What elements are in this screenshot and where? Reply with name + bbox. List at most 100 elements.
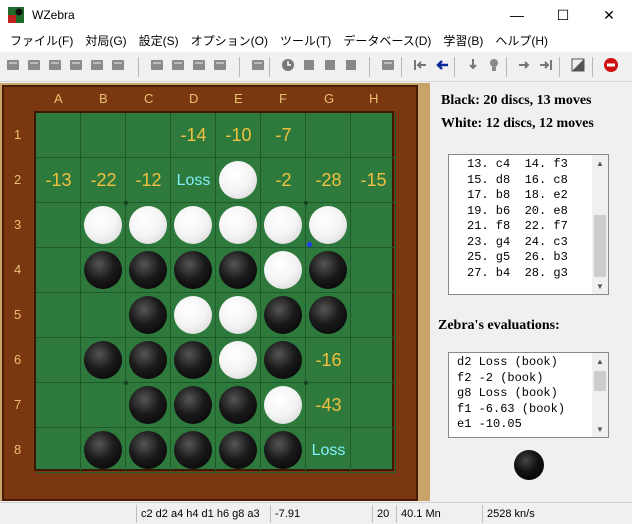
- menu-help[interactable]: ヘルプ(H): [489, 30, 554, 52]
- board-square-c3[interactable]: [126, 203, 171, 248]
- undo-button[interactable]: [432, 56, 452, 76]
- board-square-c7[interactable]: [126, 383, 171, 428]
- board-square-h5[interactable]: [351, 293, 396, 338]
- menu-database[interactable]: データベース(D): [337, 30, 437, 52]
- folder-button[interactable]: [108, 56, 128, 76]
- board-square-e6[interactable]: [216, 338, 261, 383]
- redo-drop-button[interactable]: [463, 56, 483, 76]
- board-square-b7[interactable]: [81, 383, 126, 428]
- board-square-d4[interactable]: [171, 248, 216, 293]
- export-button[interactable]: [147, 56, 167, 76]
- board-square-c6[interactable]: [126, 338, 171, 383]
- board-square-f3[interactable]: [261, 203, 306, 248]
- new-board-button[interactable]: [3, 56, 23, 76]
- menu-file[interactable]: ファイル(F): [4, 30, 79, 52]
- board-square-d1[interactable]: -14: [171, 113, 216, 158]
- board-square-d2[interactable]: Loss: [171, 158, 216, 203]
- copy-button[interactable]: [87, 56, 107, 76]
- board-square-e8[interactable]: [216, 428, 261, 473]
- board-square-e3[interactable]: [216, 203, 261, 248]
- board-square-e7[interactable]: [216, 383, 261, 428]
- board-square-a3[interactable]: [36, 203, 81, 248]
- maximize-button[interactable]: ☐: [540, 0, 586, 30]
- board-square-f8[interactable]: [261, 428, 306, 473]
- stop-button[interactable]: [299, 56, 319, 76]
- board-square-h1[interactable]: [351, 113, 396, 158]
- scroll-down-icon[interactable]: ▼: [592, 421, 608, 437]
- board-square-g1[interactable]: [306, 113, 351, 158]
- board-square-g6[interactable]: -16: [306, 338, 351, 383]
- board-square-a4[interactable]: [36, 248, 81, 293]
- scroll-up-icon[interactable]: ▲: [592, 155, 608, 171]
- board-square-h2[interactable]: -15: [351, 158, 396, 203]
- book-button[interactable]: [168, 56, 188, 76]
- board-square-d3[interactable]: [171, 203, 216, 248]
- board-square-d5[interactable]: [171, 293, 216, 338]
- board-square-c1[interactable]: [126, 113, 171, 158]
- board-square-d8[interactable]: [171, 428, 216, 473]
- print-button[interactable]: [66, 56, 86, 76]
- board-square-b3[interactable]: [81, 203, 126, 248]
- board-square-c5[interactable]: [126, 293, 171, 338]
- evaluation-line[interactable]: f1 -6.63 (book): [457, 402, 608, 418]
- board-square-c8[interactable]: [126, 428, 171, 473]
- board-square-f5[interactable]: [261, 293, 306, 338]
- board-square-f2[interactable]: -2: [261, 158, 306, 203]
- board-square-b5[interactable]: [81, 293, 126, 338]
- board-square-b1[interactable]: [81, 113, 126, 158]
- board-square-g2[interactable]: -28: [306, 158, 351, 203]
- board-square-a8[interactable]: [36, 428, 81, 473]
- scroll-thumb[interactable]: [594, 371, 606, 391]
- board-square-g4[interactable]: [306, 248, 351, 293]
- step-button[interactable]: [378, 56, 398, 76]
- board-square-b2[interactable]: -22: [81, 158, 126, 203]
- board-square-b8[interactable]: [81, 428, 126, 473]
- board-square-d6[interactable]: [171, 338, 216, 383]
- evaluation-line[interactable]: g8 Loss (book): [457, 386, 608, 402]
- board-square-a5[interactable]: [36, 293, 81, 338]
- board-square-h4[interactable]: [351, 248, 396, 293]
- redo-button[interactable]: [515, 56, 535, 76]
- evaluation-line[interactable]: d2 Loss (book): [457, 355, 608, 371]
- evaluations-list[interactable]: d2 Loss (book) f2 -2 (book) g8 Loss (book)…: [448, 352, 609, 438]
- redo-to-end-button[interactable]: [536, 56, 556, 76]
- database-button[interactable]: [210, 56, 230, 76]
- board-square-a1[interactable]: [36, 113, 81, 158]
- board-square-e2[interactable]: [216, 158, 261, 203]
- learn-button[interactable]: [248, 56, 268, 76]
- board-square-a6[interactable]: [36, 338, 81, 383]
- book-edit-button[interactable]: [189, 56, 209, 76]
- move-list[interactable]: 13. c4 14. f3 15. d8 16. c8 17. b8 18. e2 1…: [448, 154, 609, 295]
- move-list-scrollbar[interactable]: ▲ ▼: [592, 155, 608, 294]
- board-square-h7[interactable]: [351, 383, 396, 428]
- scroll-down-icon[interactable]: ▼: [592, 278, 608, 294]
- othello-board[interactable]: -14 -10 -7 -13 -22 -12 Loss -2 -28 -15 -16 -43 Loss: [34, 111, 396, 473]
- resign-button[interactable]: [341, 56, 361, 76]
- board-square-c4[interactable]: [126, 248, 171, 293]
- board-square-c2[interactable]: -12: [126, 158, 171, 203]
- evaluation-line[interactable]: f2 -2 (book): [457, 371, 608, 387]
- menu-settings[interactable]: 設定(S): [133, 30, 185, 52]
- open-button[interactable]: [24, 56, 44, 76]
- board-square-h8[interactable]: [351, 428, 396, 473]
- board-square-b6[interactable]: [81, 338, 126, 383]
- board-square-g8[interactable]: Loss: [306, 428, 351, 473]
- menu-learn[interactable]: 学習(B): [437, 30, 489, 52]
- evaluation-line[interactable]: e1 -10.05: [457, 417, 608, 433]
- clock-button[interactable]: [278, 56, 298, 76]
- flip-board-button[interactable]: [568, 56, 588, 76]
- board-square-e4[interactable]: [216, 248, 261, 293]
- board-square-a2[interactable]: -13: [36, 158, 81, 203]
- board-square-e5[interactable]: [216, 293, 261, 338]
- board-square-a7[interactable]: [36, 383, 81, 428]
- quit-button[interactable]: [601, 56, 621, 76]
- evaluations-scrollbar[interactable]: ▲ ▼: [592, 353, 608, 437]
- board-square-g5[interactable]: [306, 293, 351, 338]
- close-button[interactable]: ✕: [586, 0, 632, 30]
- minimize-button[interactable]: —: [494, 0, 540, 30]
- board-square-g7[interactable]: -43: [306, 383, 351, 428]
- board-square-b4[interactable]: [81, 248, 126, 293]
- menu-tools[interactable]: ツール(T): [274, 30, 337, 52]
- scroll-up-icon[interactable]: ▲: [592, 353, 608, 369]
- board-square-f7[interactable]: [261, 383, 306, 428]
